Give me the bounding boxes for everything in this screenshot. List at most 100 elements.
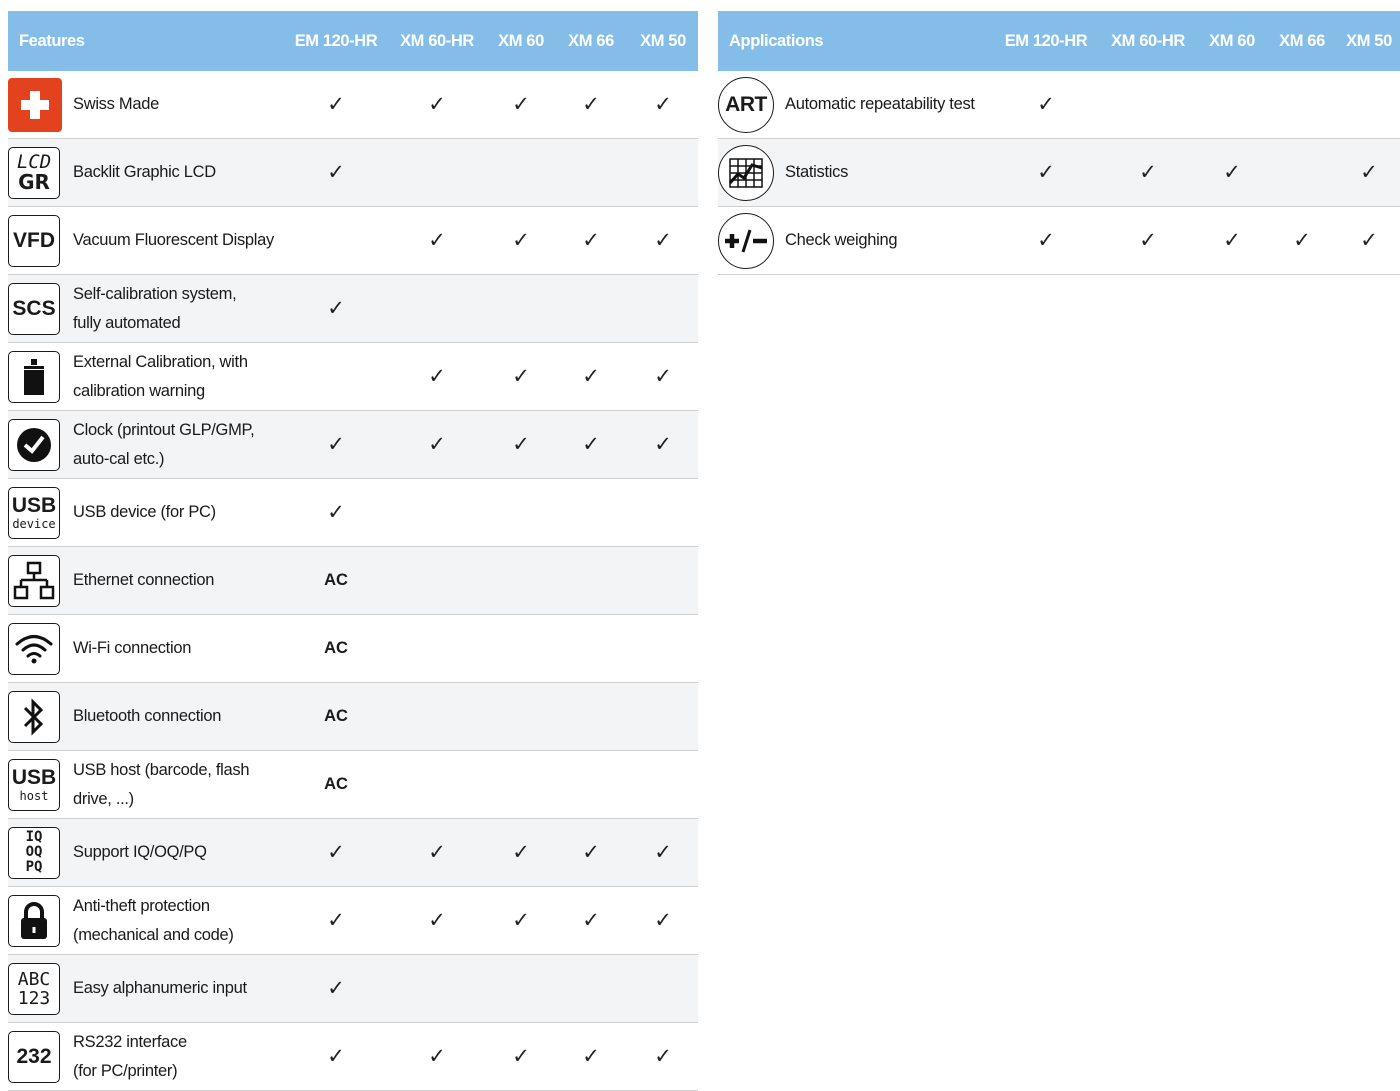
empty-cell — [628, 614, 698, 683]
check-mark: ✓ — [488, 818, 554, 887]
bluetooth-icon — [8, 690, 60, 743]
empty-cell — [386, 682, 488, 751]
row-label-line: Self-calibration system, — [73, 284, 237, 303]
empty-cell — [286, 206, 386, 275]
check-mark: ✓ — [488, 342, 554, 411]
check-mark: ✓ — [488, 886, 554, 955]
wifi-icon — [8, 622, 60, 675]
row-label: Bluetooth connection — [64, 682, 286, 751]
accessory-mark: AC — [286, 682, 386, 751]
table-row: LCD GR Backlit Graphic LCD ✓ — [8, 138, 698, 207]
features-header-row: Features EM 120-HR XM 60-HR XM 60 XM 66 … — [8, 11, 698, 71]
check-mark: ✓ — [286, 138, 386, 207]
row-label: USB host (barcode, flash drive, ...) — [64, 750, 286, 819]
row-label-line: Wi-Fi connection — [73, 639, 192, 657]
icon-cell: USB device — [8, 478, 64, 547]
row-label-line: Support IQ/OQ/PQ — [73, 843, 207, 861]
row-label: External Calibration, with calibration wa… — [64, 342, 286, 411]
empty-cell — [488, 138, 554, 207]
row-label-line: auto-cal etc.) — [73, 449, 165, 468]
row-label: Backlit Graphic LCD — [64, 138, 286, 207]
check-mark: ✓ — [994, 71, 1098, 139]
icon-cell: SCS — [8, 274, 64, 343]
check-mark: ✓ — [386, 206, 488, 275]
table-row: Statistics ✓ ✓ ✓ ✓ — [718, 138, 1400, 207]
empty-cell — [386, 478, 488, 547]
usb-device-icon: USB device — [8, 486, 60, 539]
empty-cell — [554, 546, 628, 615]
check-mark: ✓ — [1098, 138, 1198, 207]
check-mark: ✓ — [628, 886, 698, 955]
icon-cell: ABC 123 — [8, 954, 64, 1023]
check-mark: ✓ — [386, 410, 488, 479]
check-mark: ✓ — [628, 410, 698, 479]
row-label-line: RS232 interface — [73, 1032, 187, 1051]
column-header: XM 60 — [488, 11, 554, 71]
empty-cell — [628, 138, 698, 207]
row-label-line: Anti-theft protection — [73, 896, 210, 915]
check-mark: ✓ — [286, 274, 386, 343]
table-row: USB device USB device (for PC) ✓ — [8, 478, 698, 547]
applications-header-row: Applications EM 120-HR XM 60-HR XM 60 XM… — [718, 11, 1400, 71]
check-mark: ✓ — [554, 410, 628, 479]
check-mark: ✓ — [1266, 206, 1338, 275]
vfd-icon: VFD — [8, 214, 60, 267]
table-row: ART Automatic repeatability test ✓ — [718, 71, 1400, 139]
column-header: XM 50 — [1338, 11, 1400, 71]
plus-minus-icon — [718, 212, 774, 269]
icon-cell: LCD GR — [8, 138, 64, 207]
empty-cell — [488, 682, 554, 751]
check-mark: ✓ — [488, 71, 554, 139]
usb-host-icon: USB host — [8, 758, 60, 811]
table-row: USB host USB host (barcode, flash drive, ..… — [8, 750, 698, 819]
table-row: Ethernet connection AC — [8, 546, 698, 615]
row-label: Automatic repeatability test — [776, 71, 994, 139]
column-header: EM 120-HR — [286, 11, 386, 71]
rs232-icon: 232 — [8, 1030, 60, 1083]
column-header: EM 120-HR — [994, 11, 1098, 71]
column-header: XM 50 — [628, 11, 698, 71]
check-mark: ✓ — [628, 206, 698, 275]
row-label-line: Easy alphanumeric input — [73, 979, 247, 997]
empty-cell — [386, 274, 488, 343]
empty-cell — [1338, 71, 1400, 139]
row-label-line: Vacuum Fluorescent Display — [73, 231, 274, 249]
scs-icon: SCS — [8, 282, 60, 335]
icon-text: GR — [18, 170, 50, 194]
row-label: RS232 interface (for PC/printer) — [64, 1022, 286, 1091]
empty-cell — [554, 954, 628, 1023]
icon-text: SCS — [12, 297, 56, 320]
icon-text: host — [19, 789, 49, 803]
empty-cell — [1098, 71, 1198, 139]
check-mark: ✓ — [488, 206, 554, 275]
icon-text: device — [12, 517, 56, 531]
empty-cell — [554, 614, 628, 683]
empty-cell — [1266, 138, 1338, 207]
row-label-line: Bluetooth connection — [73, 707, 222, 725]
check-mark: ✓ — [286, 886, 386, 955]
icon-cell: 232 — [8, 1022, 64, 1091]
icon-text: 232 — [16, 1045, 52, 1068]
icon-cell: ART — [718, 71, 776, 139]
check-mark: ✓ — [1338, 138, 1400, 207]
empty-cell — [386, 138, 488, 207]
check-mark: ✓ — [994, 138, 1098, 207]
icon-cell: USB host — [8, 750, 64, 819]
row-label: Ethernet connection — [64, 546, 286, 615]
abc-123-icon: ABC 123 — [8, 962, 60, 1015]
row-label: Clock (printout GLP/GMP, auto-cal etc.) — [64, 410, 286, 479]
check-mark: ✓ — [386, 1022, 488, 1091]
empty-cell — [488, 478, 554, 547]
icon-cell — [8, 342, 64, 411]
icon-cell — [8, 71, 64, 139]
empty-cell — [554, 138, 628, 207]
row-label-line: (mechanical and code) — [73, 925, 234, 944]
check-mark: ✓ — [628, 342, 698, 411]
lcd-gr-icon: LCD GR — [8, 146, 60, 199]
icon-cell — [8, 546, 64, 615]
check-mark: ✓ — [1198, 138, 1266, 207]
empty-cell — [1266, 71, 1338, 139]
empty-cell — [386, 954, 488, 1023]
accessory-mark: AC — [286, 614, 386, 683]
iq-oq-pq-icon: IQ OQ PQ — [8, 826, 60, 879]
